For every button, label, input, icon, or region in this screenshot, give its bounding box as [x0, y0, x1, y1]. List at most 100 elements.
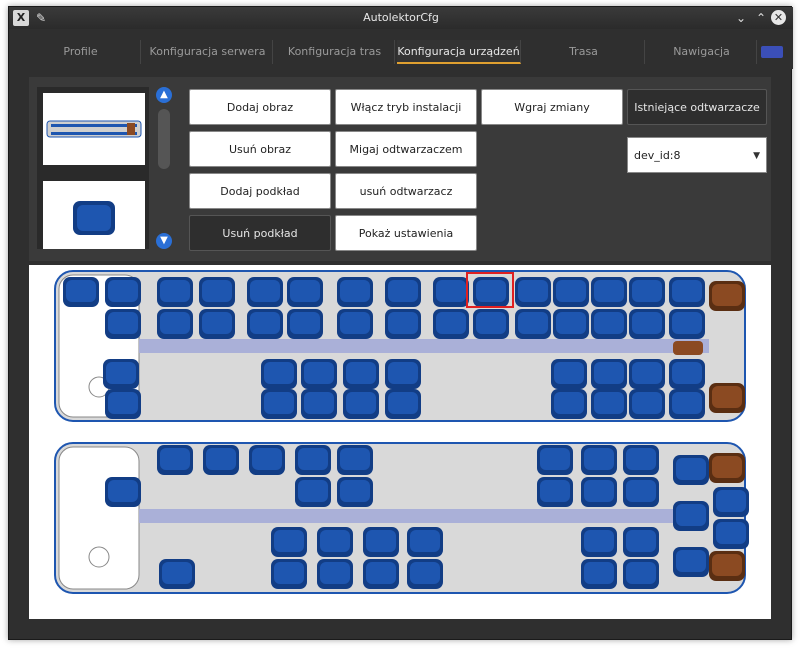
seat[interactable]	[537, 477, 573, 507]
existing-players-button[interactable]: Istniejące odtwarzacze	[627, 89, 767, 125]
seat[interactable]	[295, 445, 331, 475]
seat[interactable]	[301, 389, 337, 419]
seat[interactable]	[249, 445, 285, 475]
seat[interactable]	[537, 445, 573, 475]
seat[interactable]	[581, 445, 617, 475]
seat[interactable]	[337, 277, 373, 307]
chevron-down-icon[interactable]: ⌄	[733, 10, 749, 26]
seat[interactable]	[157, 445, 193, 475]
add-background-button[interactable]: Dodaj podkład	[189, 173, 331, 209]
upload-changes-button[interactable]: Wgraj zmiany	[481, 89, 623, 125]
seat[interactable]	[157, 309, 193, 339]
seat[interactable]	[515, 277, 551, 307]
seat[interactable]	[669, 309, 705, 339]
seat[interactable]	[551, 359, 587, 389]
seat[interactable]	[295, 477, 331, 507]
seat[interactable]	[581, 527, 617, 557]
install-mode-button[interactable]: Włącz tryb instalacji	[335, 89, 477, 125]
seat[interactable]	[337, 309, 373, 339]
seat[interactable]	[385, 309, 421, 339]
chevron-up-icon[interactable]: ⌃	[753, 10, 769, 26]
thumbnail-seat[interactable]	[43, 181, 145, 249]
seat[interactable]	[581, 477, 617, 507]
seat[interactable]	[63, 277, 99, 307]
thumbnail-bus-layout[interactable]	[43, 93, 145, 165]
seat[interactable]	[553, 277, 589, 307]
seat[interactable]	[407, 527, 443, 557]
seat[interactable]	[591, 389, 627, 419]
tab-konfiguracja-serwera[interactable]: Konfiguracja serwera	[143, 40, 273, 64]
seat[interactable]	[473, 309, 509, 339]
seat[interactable]	[591, 309, 627, 339]
seat[interactable]	[103, 359, 139, 389]
seat[interactable]	[105, 477, 141, 507]
seat[interactable]	[203, 445, 239, 475]
seat[interactable]	[623, 559, 659, 589]
seat[interactable]	[407, 559, 443, 589]
seat[interactable]	[105, 309, 141, 339]
seat[interactable]	[301, 359, 337, 389]
seat[interactable]	[271, 527, 307, 557]
seat[interactable]	[669, 359, 705, 389]
seat[interactable]	[515, 309, 551, 339]
remove-background-button[interactable]: Usuń podkład	[189, 215, 331, 251]
add-image-button[interactable]: Dodaj obraz	[189, 89, 331, 125]
seat[interactable]	[317, 559, 353, 589]
arrow-up-icon[interactable]: ▲	[156, 87, 172, 103]
seat[interactable]	[623, 527, 659, 557]
seat[interactable]	[247, 309, 283, 339]
seat[interactable]	[581, 559, 617, 589]
seat[interactable]	[385, 389, 421, 419]
seat[interactable]	[629, 389, 665, 419]
seat[interactable]	[261, 359, 297, 389]
seat[interactable]	[105, 277, 141, 307]
driver-seat[interactable]	[709, 453, 745, 483]
blink-player-button[interactable]: Migaj odtwarzaczem	[335, 131, 477, 167]
seat[interactable]	[287, 309, 323, 339]
seat[interactable]	[337, 477, 373, 507]
seat[interactable]	[473, 277, 509, 307]
driver-seat[interactable]	[709, 383, 745, 413]
close-icon[interactable]: ✕	[771, 10, 786, 25]
tab-nawigacja[interactable]: Nawigacja	[647, 40, 757, 64]
seat[interactable]	[287, 277, 323, 307]
seat[interactable]	[673, 455, 709, 485]
bus-layout-canvas[interactable]	[29, 265, 771, 619]
seat[interactable]	[363, 527, 399, 557]
seat[interactable]	[591, 277, 627, 307]
tab-overflow-icon[interactable]	[761, 46, 783, 58]
bus-layout-drawing[interactable]	[29, 265, 771, 619]
tab-konfiguracja-urzadzen[interactable]: Konfiguracja urządzeń	[397, 40, 521, 64]
seat[interactable]	[629, 309, 665, 339]
tab-konfiguracja-tras[interactable]: Konfiguracja tras	[275, 40, 395, 64]
titlebar[interactable]: X ✎ AutolektorCfg ⌄ ⌃ ✕	[9, 7, 793, 29]
seat[interactable]	[553, 309, 589, 339]
seat[interactable]	[199, 309, 235, 339]
seat[interactable]	[271, 559, 307, 589]
seat[interactable]	[713, 519, 749, 549]
seat[interactable]	[669, 277, 705, 307]
tab-trasa[interactable]: Trasa	[523, 40, 645, 64]
seat[interactable]	[261, 389, 297, 419]
seat[interactable]	[157, 277, 193, 307]
tab-profile[interactable]: Profile	[21, 40, 141, 64]
seat[interactable]	[385, 359, 421, 389]
device-select[interactable]: dev_id:8 ▼	[627, 137, 767, 173]
seat[interactable]	[713, 487, 749, 517]
arrow-down-icon[interactable]: ▼	[156, 233, 172, 249]
seat[interactable]	[623, 477, 659, 507]
show-server-settings-button[interactable]: Pokaż ustawienia serwera	[335, 215, 477, 276]
seat[interactable]	[385, 277, 421, 307]
seat[interactable]	[105, 389, 141, 419]
seat[interactable]	[623, 445, 659, 475]
driver-seat[interactable]	[709, 281, 745, 311]
seat[interactable]	[629, 277, 665, 307]
driver-seat[interactable]	[709, 551, 745, 581]
remove-player-button[interactable]: usuń odtwarzacz	[335, 173, 477, 209]
seat[interactable]	[551, 389, 587, 419]
seat[interactable]	[433, 277, 469, 307]
seat[interactable]	[673, 547, 709, 577]
seat[interactable]	[199, 277, 235, 307]
seat[interactable]	[591, 359, 627, 389]
seat[interactable]	[343, 389, 379, 419]
